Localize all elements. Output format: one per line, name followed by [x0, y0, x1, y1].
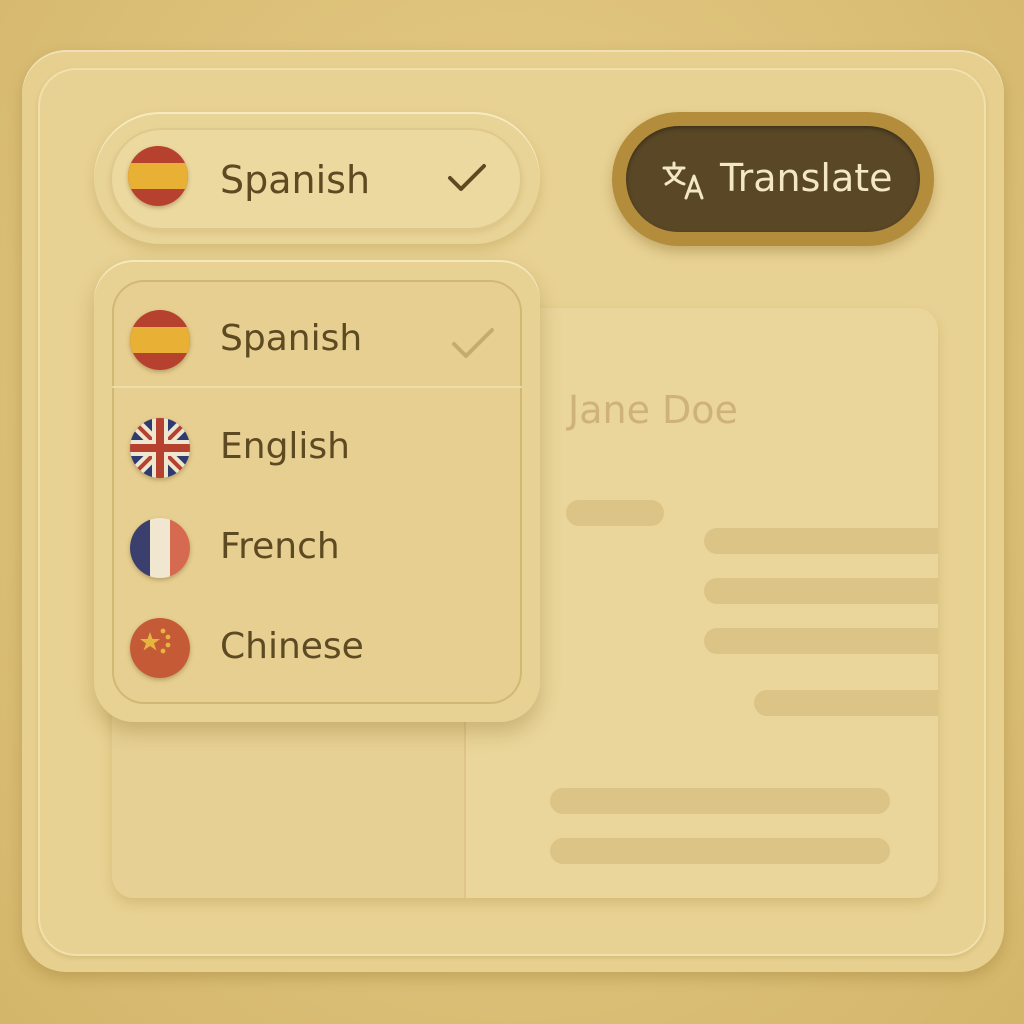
spain-flag-icon [128, 146, 188, 206]
language-option-label: French [220, 526, 340, 567]
placeholder-line [566, 500, 664, 526]
language-option-label: Chinese [220, 626, 364, 667]
language-option-spanish[interactable]: Spanish [112, 286, 522, 386]
placeholder-line [704, 628, 938, 654]
france-flag-icon [130, 518, 190, 578]
placeholder-line [704, 578, 938, 604]
translate-button[interactable]: Translate [626, 126, 920, 232]
language-option-label: English [220, 426, 350, 467]
document-name: Jane Doe [568, 388, 738, 432]
placeholder-line [754, 690, 938, 716]
translate-button-label: Translate [720, 156, 893, 200]
language-dropdown: Spanish English French Chinese [112, 280, 522, 704]
dropdown-divider [112, 386, 522, 388]
china-flag-icon [130, 618, 190, 678]
spain-flag-icon [130, 310, 190, 370]
translate-icon [662, 160, 708, 204]
checkmark-icon [450, 326, 496, 364]
checkmark-icon [446, 162, 488, 198]
language-option-label: Spanish [220, 318, 363, 359]
placeholder-line [704, 528, 938, 554]
language-option-french[interactable]: French [112, 494, 522, 594]
language-option-chinese[interactable]: Chinese [112, 594, 522, 694]
uk-flag-icon [130, 418, 190, 478]
selected-language-label: Spanish [220, 158, 371, 202]
placeholder-line [550, 838, 890, 864]
language-option-english[interactable]: English [112, 394, 522, 494]
placeholder-line [550, 788, 890, 814]
language-selector[interactable]: Spanish [110, 128, 522, 230]
